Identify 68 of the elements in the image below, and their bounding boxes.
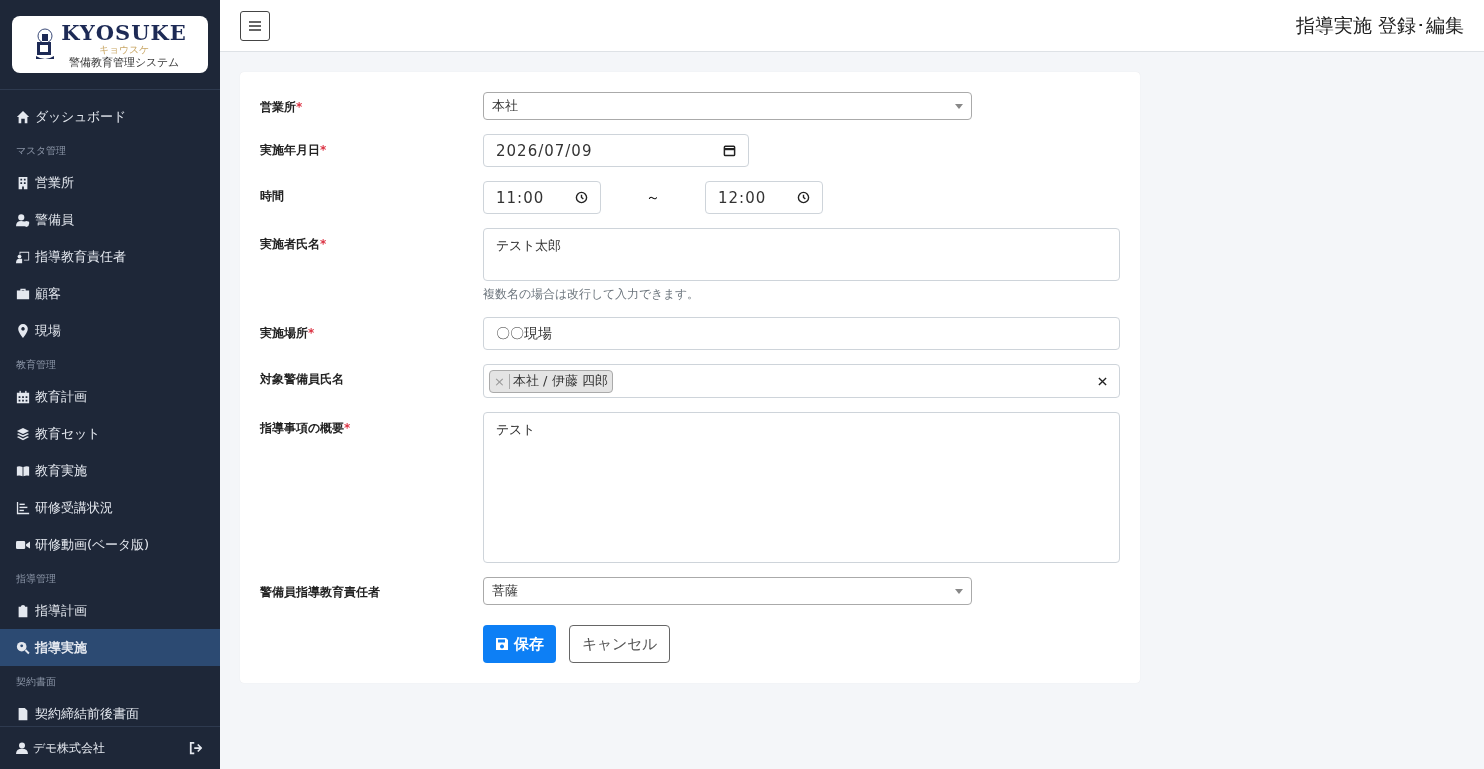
field-label: 指導事項の概要* <box>260 420 352 437</box>
nav-item[interactable]: 教育実施 <box>0 452 220 489</box>
select-field[interactable]: 本社 <box>483 92 972 120</box>
nav-section-label: 指導管理 <box>15 572 57 586</box>
page-title: 指導実施 登録･編集 <box>1295 12 1464 38</box>
caret-icon <box>955 103 963 109</box>
time-field[interactable]: 11:00 <box>483 181 601 214</box>
logo-tagline: 警備教育管理システム <box>69 55 179 68</box>
field-label: 時間 <box>260 188 285 205</box>
time-field[interactable]: 12:00 <box>705 181 823 214</box>
logout-icon[interactable] <box>188 741 204 755</box>
nav-item[interactable]: 教育セット <box>0 415 220 452</box>
field-label: 営業所* <box>260 99 304 116</box>
pin-icon <box>16 323 30 338</box>
search-pin-icon <box>16 640 30 655</box>
nav-item[interactable]: 研修受講状況 <box>0 489 220 526</box>
home-icon <box>16 109 30 124</box>
nav-item[interactable]: 指導教育責任者 <box>0 238 220 275</box>
save-button[interactable]: 保存 <box>483 625 556 663</box>
user-shield-icon <box>16 212 30 227</box>
calendar-icon <box>16 389 30 404</box>
field-label: 実施年月日* <box>260 142 328 159</box>
help-text: 複数名の場合は改行して入力できます。 <box>483 286 700 303</box>
field-label: 実施者氏名* <box>260 236 328 253</box>
text-field[interactable]: 〇〇現場 <box>483 317 1120 350</box>
text-area[interactable]: テスト太郎 <box>483 228 1120 281</box>
nav-item[interactable]: 顧客 <box>0 275 220 312</box>
nav-item[interactable]: 営業所 <box>0 164 220 201</box>
date-field[interactable]: 2026/07/09 <box>483 134 749 167</box>
nav-item[interactable]: 教育計画 <box>0 378 220 415</box>
building-icon <box>16 175 30 190</box>
logo-wordmark: KYOSUKE <box>61 21 187 44</box>
range-separator: ～ <box>645 188 661 207</box>
field-label: 警備員指導教育責任者 <box>260 584 381 601</box>
nav-item[interactable]: 研修動画(ベータ版) <box>0 526 220 563</box>
nav-item[interactable]: 現場 <box>0 312 220 349</box>
menu-button[interactable] <box>240 10 270 41</box>
user-name: デモ株式会社 <box>16 739 105 757</box>
doc-icon <box>16 706 30 721</box>
briefcase-icon <box>16 286 30 301</box>
tag-label: 本社 / 伊藤 四郎 <box>511 372 609 390</box>
chalkboard-icon <box>16 249 30 264</box>
clear-icon[interactable] <box>1098 376 1107 386</box>
clock-icon <box>575 191 588 204</box>
nav-item[interactable]: 指導実施 <box>0 629 220 666</box>
clock-icon <box>797 191 810 204</box>
layers-icon <box>16 426 30 441</box>
user-icon <box>16 742 28 754</box>
book-icon <box>16 463 30 478</box>
nav-section-label: 契約書面 <box>15 675 57 689</box>
select-field[interactable]: 菩薩 <box>483 577 972 605</box>
cancel-button[interactable]: キャンセル <box>569 625 670 663</box>
nav-item[interactable]: 契約締結前後書面 <box>0 695 220 726</box>
chart-icon <box>16 500 30 515</box>
text-area[interactable]: テスト <box>483 412 1120 563</box>
tag-select-field[interactable]: × 本社 / 伊藤 四郎 <box>483 364 1120 398</box>
nav-item[interactable]: 警備員 <box>0 201 220 238</box>
logo-kana: キョウスケ <box>99 43 149 56</box>
nav-item[interactable]: ダッシュボード <box>0 98 220 135</box>
nav-item[interactable]: 指導計画 <box>0 592 220 629</box>
field-label: 対象警備員氏名 <box>260 371 345 388</box>
nav-section-label: 教育管理 <box>15 358 57 372</box>
nav-section-label: マスタ管理 <box>15 144 67 158</box>
field-label: 実施場所* <box>260 325 316 342</box>
caret-icon <box>955 588 963 594</box>
calendar-icon <box>723 144 736 157</box>
menu-icon <box>249 20 261 31</box>
clipboard-icon <box>16 603 30 618</box>
